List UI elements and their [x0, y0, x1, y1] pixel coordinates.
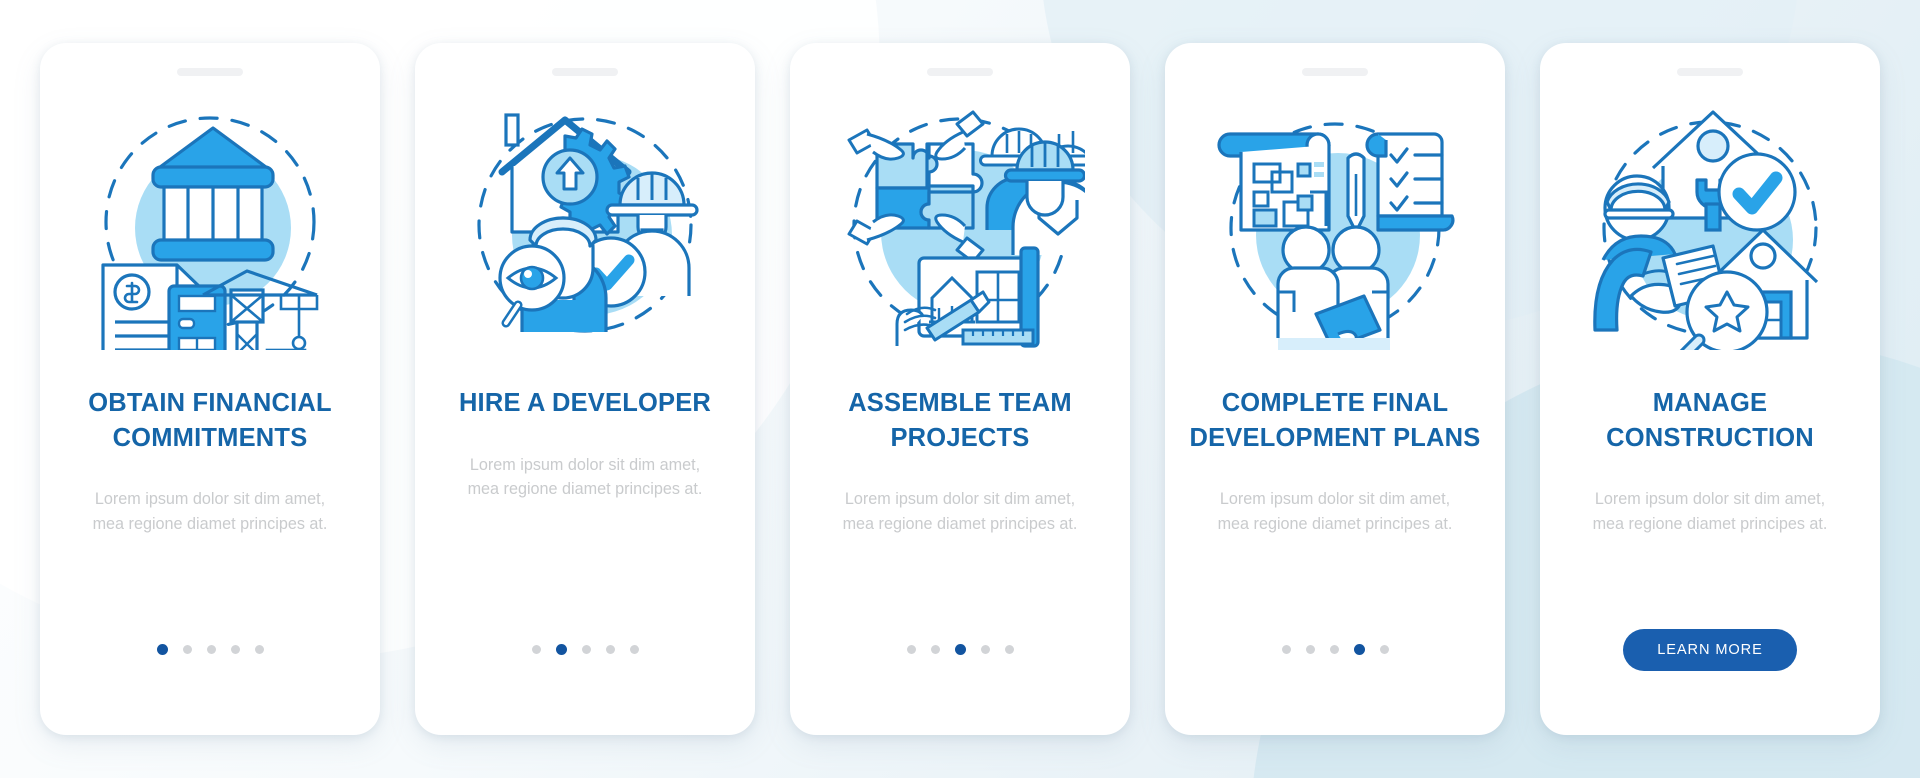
- phone-speaker-bar: [927, 68, 993, 76]
- screen-body-text: Lorem ipsum dolor sit dim amet, mea regi…: [92, 490, 328, 533]
- screen-body-text: Lorem ipsum dolor sit dim amet, mea regi…: [842, 490, 1078, 533]
- pagination-dot-2[interactable]: [182, 645, 192, 654]
- screen-body-text: Lorem ipsum dolor sit dim amet, mea regi…: [467, 455, 703, 498]
- phone-speaker-bar: [1677, 68, 1743, 76]
- pagination-dot-5[interactable]: [1004, 645, 1014, 654]
- pagination-dot-5[interactable]: [254, 645, 264, 654]
- screen-title: OBTAIN FINANCIAL COMMITMENTS: [88, 389, 332, 452]
- pagination-dot-4[interactable]: [1353, 644, 1365, 655]
- pagination-dot-1[interactable]: [1281, 645, 1291, 654]
- pagination-dot-3[interactable]: [954, 644, 966, 655]
- worker-wrench-house-magnifier-icon: [1593, 110, 1819, 350]
- pagination-dot-5[interactable]: [1379, 645, 1389, 654]
- pagination-dot-4[interactable]: [980, 645, 990, 654]
- screen-body-text: Lorem ipsum dolor sit dim amet, mea regi…: [1592, 490, 1828, 533]
- bank-invoice-crane-icon: [101, 116, 319, 350]
- phone-speaker-bar: [177, 68, 243, 76]
- screen-title: ASSEMBLE TEAM PROJECTS: [848, 389, 1072, 452]
- screen-title: COMPLETE FINAL DEVELOPMENT PLANS: [1189, 389, 1481, 452]
- blueprint-checklist-pair-icon: [1217, 122, 1455, 350]
- pagination-dots[interactable]: [531, 644, 639, 655]
- onboarding-screen-manage-construction[interactable]: MANAGE CONSTRUCTION Lorem ipsum dolor si…: [1540, 43, 1880, 735]
- illustration-bank-invoice-crane: [40, 82, 380, 368]
- pagination-dot-5[interactable]: [629, 645, 639, 654]
- pagination-dot-3[interactable]: [581, 645, 591, 654]
- house-gear-inspector-icon: [477, 113, 699, 333]
- pagination-dot-2[interactable]: [930, 645, 940, 654]
- pagination-dot-3[interactable]: [1329, 645, 1339, 654]
- illustration-house-gear-inspector: [415, 82, 755, 368]
- pagination-dot-3[interactable]: [206, 645, 216, 654]
- illustration-puzzle-team-blueprint: [790, 82, 1130, 368]
- illustration-worker-wrench-house-magnifier: [1540, 82, 1880, 368]
- screen-body-text: Lorem ipsum dolor sit dim amet, mea regi…: [1217, 490, 1453, 533]
- pagination-dot-1[interactable]: [156, 644, 168, 655]
- pagination-dot-1[interactable]: [906, 645, 916, 654]
- pagination-dot-4[interactable]: [230, 645, 240, 654]
- onboarding-screen-assemble-team-projects[interactable]: ASSEMBLE TEAM PROJECTS Lorem ipsum dolor…: [790, 43, 1130, 735]
- pagination-dot-1[interactable]: [531, 645, 541, 654]
- onboarding-screen-obtain-financial-commitments[interactable]: OBTAIN FINANCIAL COMMITMENTS Lorem ipsum…: [40, 43, 380, 735]
- onboarding-screen-hire-a-developer[interactable]: HIRE A DEVELOPER Lorem ipsum dolor sit d…: [415, 43, 755, 735]
- learn-more-button[interactable]: LEARN MORE: [1623, 629, 1797, 671]
- pagination-dot-2[interactable]: [1305, 645, 1315, 654]
- pagination-dot-4[interactable]: [605, 645, 615, 654]
- onboarding-screen-complete-final-development-plans[interactable]: COMPLETE FINAL DEVELOPMENT PLANS Lorem i…: [1165, 43, 1505, 735]
- illustration-blueprint-checklist-pair: [1165, 82, 1505, 368]
- screen-title: MANAGE CONSTRUCTION: [1606, 389, 1814, 452]
- phone-speaker-bar: [552, 68, 618, 76]
- pagination-dot-2[interactable]: [555, 644, 567, 655]
- puzzle-team-blueprint-icon: [847, 110, 1085, 348]
- pagination-dots[interactable]: [906, 644, 1014, 655]
- phone-speaker-bar: [1302, 68, 1368, 76]
- onboarding-screen-rail: OBTAIN FINANCIAL COMMITMENTS Lorem ipsum…: [0, 0, 1920, 778]
- pagination-dots[interactable]: [1281, 644, 1389, 655]
- pagination-dots[interactable]: [156, 644, 264, 655]
- screen-title: HIRE A DEVELOPER: [458, 389, 712, 417]
